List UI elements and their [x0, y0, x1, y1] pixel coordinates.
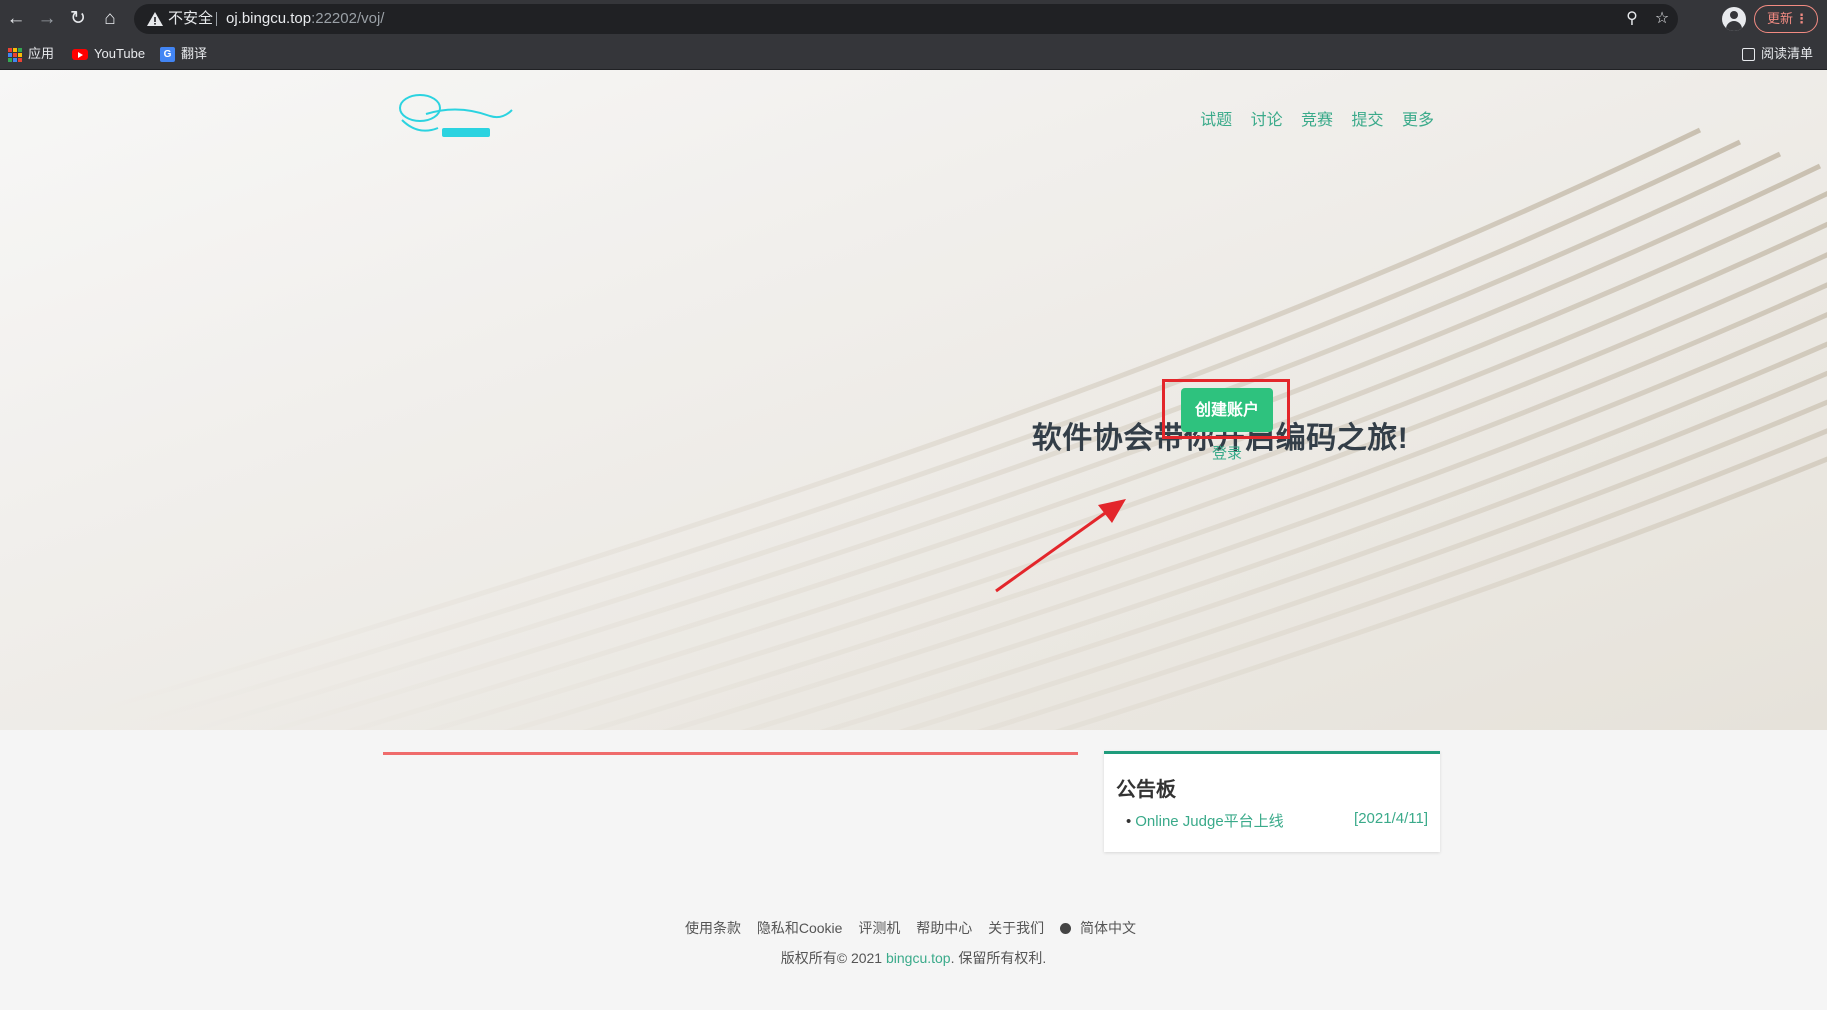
login-link[interactable]: 登录	[1186, 442, 1268, 463]
more-icon: ⋮	[1795, 11, 1808, 26]
footer-terms[interactable]: 使用条款	[685, 920, 741, 936]
create-account-button[interactable]: 创建账户	[1181, 388, 1273, 432]
bullet-icon: •	[1126, 813, 1132, 830]
warning-icon	[147, 12, 163, 26]
bulletin-title: 公告板	[1116, 779, 1176, 801]
site-logo[interactable]	[398, 90, 516, 142]
footer-help[interactable]: 帮助中心	[916, 920, 972, 936]
nav-more[interactable]: 更多	[1402, 106, 1434, 130]
copyright-prefix: 版权所有© 2021	[780, 950, 886, 966]
star-icon[interactable]: ☆	[1650, 7, 1674, 31]
nav-discussion[interactable]: 讨论	[1251, 106, 1283, 130]
update-button[interactable]: 更新 ⋮	[1754, 5, 1818, 33]
copyright: 版权所有© 2021 bingcu.top. 保留所有权利.	[0, 948, 1827, 968]
copyright-suffix: . 保留所有权利.	[950, 950, 1047, 966]
bookmarks-bar: 应用 YouTube G 翻译 阅读清单	[0, 38, 1827, 70]
bookmark-translate-label: 翻译	[181, 46, 208, 61]
reading-list-icon	[1742, 48, 1755, 62]
youtube-icon	[72, 49, 88, 61]
footer-links: 使用条款 隐私和Cookie 评测机 帮助中心 关于我们 简体中文	[0, 918, 1827, 938]
bookmark-apps[interactable]: 应用	[8, 38, 54, 70]
omnibox-divider	[216, 12, 217, 26]
hero-background-lines	[99, 127, 1827, 730]
security-label: 不安全	[168, 10, 214, 27]
zoom-icon[interactable]: ⚲	[1620, 7, 1644, 31]
reading-list-label: 阅读清单	[1761, 46, 1814, 61]
reload-icon[interactable]: ↻	[66, 7, 90, 31]
footer-privacy[interactable]: 隐私和Cookie	[757, 920, 843, 936]
bulletin-item-title: Online Judge平台上线	[1135, 813, 1284, 830]
bookmark-youtube[interactable]: YouTube	[72, 38, 145, 70]
address-bar[interactable]: 不安全 oj.bingcu.top:22202/voj/ ⚲ ☆	[134, 4, 1678, 34]
nav-contests[interactable]: 竞赛	[1301, 106, 1333, 130]
bulletin-item[interactable]: • Online Judge平台上线	[1126, 810, 1284, 831]
browser-toolbar: ← → ↻ ⌂ 不安全 oj.bingcu.top:22202/voj/ ⚲ ☆…	[0, 0, 1827, 38]
apps-icon	[8, 47, 22, 62]
url-path: :22202/voj/	[311, 10, 385, 27]
translate-icon: G	[160, 47, 175, 63]
bulletin-item-date: [2021/4/11]	[1354, 810, 1428, 827]
nav-submissions[interactable]: 提交	[1352, 106, 1384, 130]
nav-problems[interactable]: 试题	[1200, 106, 1232, 130]
copyright-site-link[interactable]: bingcu.top	[886, 950, 951, 966]
forward-icon[interactable]: →	[35, 7, 59, 31]
bulletin-board: 公告板 • Online Judge平台上线 [2021/4/11]	[1104, 751, 1440, 852]
footer-about[interactable]: 关于我们	[988, 920, 1044, 936]
bookmark-apps-label: 应用	[28, 46, 55, 61]
footer-language-label: 简体中文	[1080, 920, 1137, 936]
profile-head	[1730, 11, 1738, 19]
url-host: oj.bingcu.top	[226, 10, 312, 27]
bookmark-translate[interactable]: G 翻译	[160, 38, 207, 70]
profile-body	[1726, 21, 1742, 31]
logo-mark-text	[442, 128, 490, 137]
reading-list[interactable]: 阅读清单	[1742, 38, 1813, 70]
content-divider	[383, 752, 1078, 755]
back-icon[interactable]: ←	[4, 7, 28, 31]
update-label: 更新	[1767, 11, 1794, 26]
globe-icon	[1060, 923, 1072, 934]
footer-judge[interactable]: 评测机	[858, 920, 900, 936]
home-icon[interactable]: ⌂	[98, 7, 122, 31]
main-nav: 试题 讨论 竞赛 提交 更多	[1186, 106, 1434, 130]
footer-language[interactable]: 简体中文	[1060, 920, 1142, 936]
hero-section: 试题 讨论 竞赛 提交 更多 软件协会带你开启编码之旅!	[0, 70, 1827, 730]
url-text[interactable]: oj.bingcu.top:22202/voj/	[226, 4, 384, 34]
profile-icon[interactable]	[1722, 7, 1746, 31]
bookmark-youtube-label: YouTube	[94, 46, 146, 61]
annotation-arrow-icon	[995, 499, 1126, 593]
